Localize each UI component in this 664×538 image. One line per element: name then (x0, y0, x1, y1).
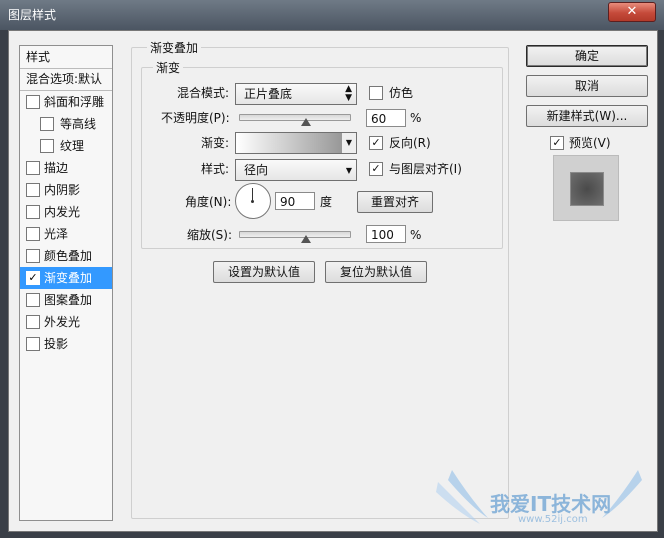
style-dropdown[interactable]: 径向 ▼ (235, 159, 357, 181)
style-item[interactable]: 图案叠加 (20, 289, 112, 311)
style-label: 样式: (201, 162, 230, 176)
style-item[interactable]: 光泽 (20, 223, 112, 245)
reset-align-button[interactable]: 重置对齐 (357, 191, 433, 213)
preview-checkbox[interactable]: ✓ (550, 136, 564, 150)
angle-dial[interactable] (235, 183, 271, 219)
style-item[interactable]: 外发光 (20, 311, 112, 333)
group-title: 渐变叠加 (147, 39, 202, 56)
checkbox[interactable] (40, 117, 54, 131)
scale-label: 缩放(S): (187, 228, 233, 242)
angle-label: 角度(N): (185, 195, 232, 209)
checkbox[interactable] (26, 161, 40, 175)
checkbox[interactable] (26, 315, 40, 329)
opacity-unit: % (410, 111, 422, 125)
angle-dial-center (251, 200, 254, 203)
checkbox[interactable] (26, 249, 40, 263)
style-item[interactable]: 颜色叠加 (20, 245, 112, 267)
style-item[interactable]: 投影 (20, 333, 112, 355)
align-label: 与图层对齐(I) (389, 162, 462, 176)
checkbox[interactable] (26, 293, 40, 307)
dialog-body: 样式 混合选项:默认 斜面和浮雕 等高线 纹理 描边 内阴影 内发光 光泽 颜色… (8, 30, 658, 532)
opacity-input[interactable]: 60 (366, 109, 406, 127)
new-style-button[interactable]: 新建样式(W)... (526, 105, 648, 127)
style-item[interactable]: 斜面和浮雕 (20, 91, 112, 113)
ok-button[interactable]: 确定 (526, 45, 648, 67)
blend-mode-label: 混合模式: (177, 86, 230, 100)
cancel-button[interactable]: 取消 (526, 75, 648, 97)
window-title: 图层样式 (8, 8, 57, 22)
preview-label: 预览(V) (569, 136, 611, 150)
blend-mode-dropdown[interactable]: 正片叠底 ▲ ▼ (235, 83, 357, 105)
checkbox[interactable] (26, 183, 40, 197)
reverse-label: 反向(R) (389, 136, 431, 150)
title-bar: 图层样式 ✕ (0, 0, 664, 30)
dither-checkbox[interactable] (369, 86, 383, 100)
style-preview-swatch (553, 155, 619, 221)
scale-input[interactable]: 100 (366, 225, 406, 243)
opacity-slider-track[interactable] (239, 114, 351, 121)
watermark-text: 我爱IT技术网 (490, 492, 612, 516)
scale-unit: % (410, 228, 422, 242)
checkbox[interactable] (26, 227, 40, 241)
styles-header[interactable]: 样式 (20, 46, 112, 68)
align-checkbox[interactable]: ✓ (369, 162, 383, 176)
dropdown-arrow-icon: ▼ (345, 166, 352, 175)
checkbox[interactable] (40, 139, 54, 153)
style-item[interactable]: 等高线 (20, 113, 112, 135)
style-item[interactable]: 内阴影 (20, 179, 112, 201)
reset-default-button[interactable]: 复位为默认值 (325, 261, 427, 283)
updown-arrows-icon: ▲ ▼ (345, 84, 352, 103)
style-item[interactable]: 内发光 (20, 201, 112, 223)
blend-options-item[interactable]: 混合选项:默认 (20, 68, 112, 90)
style-item-selected[interactable]: ✓ 渐变叠加 (20, 267, 112, 289)
scale-slider-track[interactable] (239, 231, 351, 238)
checkbox[interactable] (26, 205, 40, 219)
style-item[interactable]: 描边 (20, 157, 112, 179)
styles-list: 样式 混合选项:默认 斜面和浮雕 等高线 纹理 描边 内阴影 内发光 光泽 颜色… (19, 45, 113, 521)
opacity-label: 不透明度(P): (161, 111, 230, 125)
angle-input[interactable]: 90 (275, 192, 315, 210)
watermark-url: www.52ij.com (518, 514, 588, 525)
checkbox-checked[interactable]: ✓ (26, 271, 40, 285)
dither-label: 仿色 (389, 86, 414, 100)
checkbox[interactable] (26, 337, 40, 351)
dropdown-arrow-icon[interactable]: ▼ (341, 133, 356, 153)
close-button[interactable]: ✕ (608, 2, 656, 22)
subgroup-title: 渐变 (153, 59, 184, 76)
angle-unit: 度 (320, 195, 333, 209)
opacity-slider-thumb[interactable] (301, 118, 311, 126)
scale-slider-thumb[interactable] (301, 235, 311, 243)
gradient-picker[interactable]: ▼ (235, 132, 357, 154)
make-default-button[interactable]: 设置为默认值 (213, 261, 315, 283)
gradient-label: 渐变: (201, 136, 230, 150)
style-item[interactable]: 纹理 (20, 135, 112, 157)
checkbox[interactable] (26, 95, 40, 109)
preview-square (570, 172, 604, 206)
watermark: 我爱IT技术网 www.52ij.com (430, 458, 660, 532)
reverse-checkbox[interactable]: ✓ (369, 136, 383, 150)
